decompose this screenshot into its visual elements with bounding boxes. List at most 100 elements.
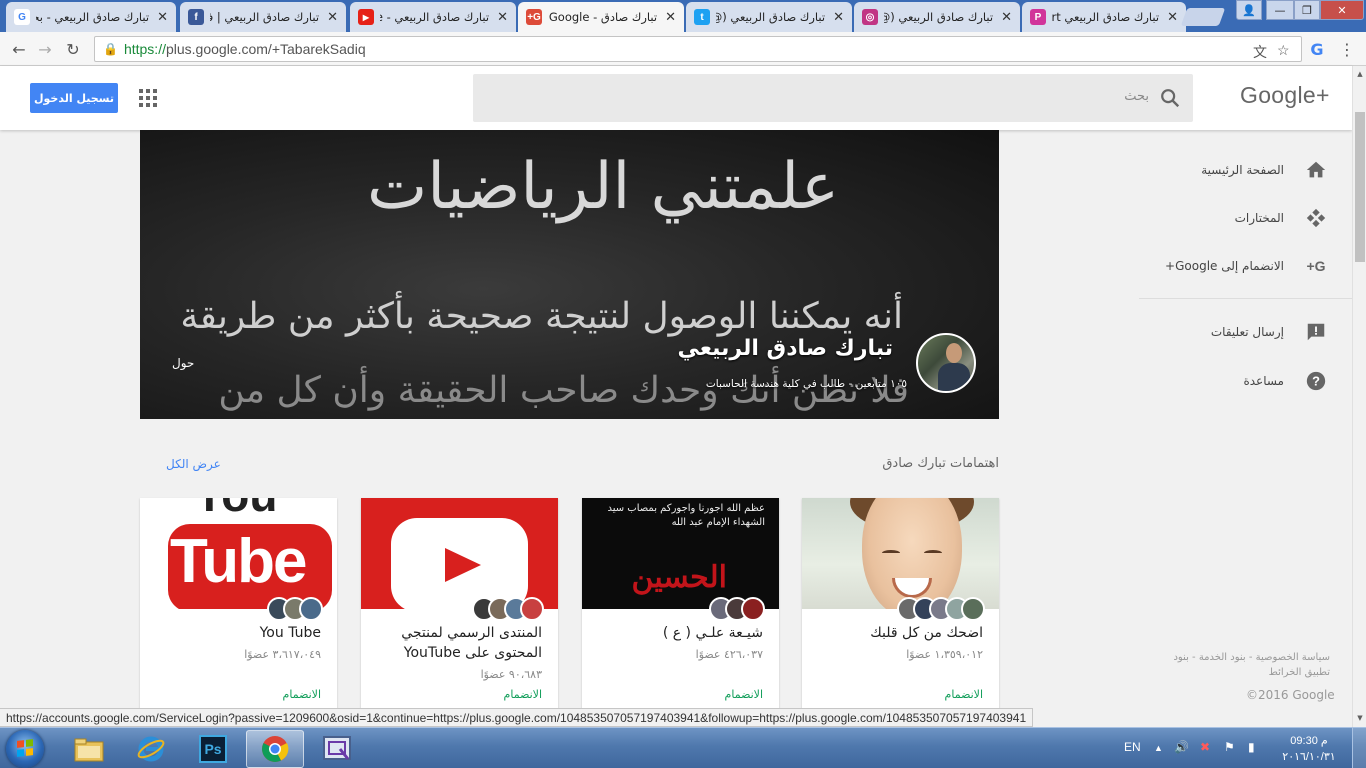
- sidebar-item-label: مساعدة: [1243, 374, 1284, 388]
- restore-icon: ❐: [1302, 3, 1312, 17]
- power-icon[interactable]: ▮: [1248, 740, 1255, 754]
- tab-youtube[interactable]: ✕ تبارك صادق الربيعي - YouTube ▶: [350, 2, 516, 32]
- scrollbar-thumb[interactable]: [1355, 112, 1365, 262]
- sidebar-item-label: إرسال تعليقات: [1210, 325, 1284, 339]
- instagram-icon: ◎: [862, 9, 878, 25]
- join-button[interactable]: الانضمام: [725, 688, 763, 701]
- sign-in-button[interactable]: تسجيل الدخول: [30, 83, 118, 113]
- community-members: ٣،٦١٧،٠٤٩ عضوًا: [244, 648, 321, 661]
- bookmark-star-icon[interactable]: ☆: [1277, 42, 1290, 59]
- community-title[interactable]: شيـعة علـي ( ع ): [593, 623, 763, 643]
- home-icon: [1304, 158, 1328, 182]
- close-tab-icon[interactable]: ✕: [1001, 10, 1012, 25]
- tab-google-plus[interactable]: ✕ تبارك صادق - Google+ G+: [518, 2, 684, 32]
- community-members: ٤٢٦،٠٣٧ عضوًا: [695, 648, 763, 661]
- close-tab-icon[interactable]: ✕: [833, 10, 844, 25]
- restore-button[interactable]: ❐: [1294, 0, 1320, 20]
- chrome-icon[interactable]: [246, 730, 304, 768]
- tab-facebook[interactable]: ✕ تبارك صادق الربيعي | فيسبوك f: [180, 2, 346, 32]
- play-icon: [445, 548, 481, 582]
- community-title[interactable]: You Tube: [151, 623, 321, 643]
- cover-quote-line-1: علمتني الرياضيات: [367, 150, 839, 224]
- tab-instagram[interactable]: ✕ تبارك صادق الربيعي (@ ◎: [854, 2, 1020, 32]
- action-center-icon[interactable]: ⚑: [1224, 740, 1235, 754]
- sidebar-item-join-google-plus[interactable]: G+ الانضمام إلى Google+: [1165, 254, 1328, 278]
- tab-title: تبارك صادق - Google+: [548, 10, 658, 24]
- chrome-menu-icon[interactable]: ⋮: [1336, 38, 1358, 60]
- clock-time: 09:30 م: [1290, 735, 1328, 747]
- windows-logo-icon: [17, 739, 33, 757]
- google-plus-logo[interactable]: Google+: [1240, 82, 1330, 109]
- about-link[interactable]: حول: [172, 356, 194, 370]
- google-translate-extension-icon[interactable]: G: [1306, 38, 1328, 60]
- sidebar-item-feedback[interactable]: إرسال تعليقات: [1211, 320, 1328, 344]
- community-card[interactable]: You Tube You Tube ٣،٦١٧،٠٤٩ عضوًا الانضم…: [140, 498, 337, 710]
- join-button[interactable]: الانضمام: [504, 688, 542, 701]
- volume-icon[interactable]: 🔊: [1174, 740, 1189, 754]
- show-hidden-icons-icon[interactable]: ▲: [1154, 743, 1163, 753]
- community-title[interactable]: اضحك من كل قلبك: [813, 623, 983, 643]
- community-thumbnail: [361, 498, 558, 609]
- minimize-button[interactable]: —: [1266, 0, 1294, 20]
- profile-cover: علمتني الرياضيات أنه يمكننا الوصول لنتيج…: [140, 130, 999, 419]
- close-window-button[interactable]: ✕: [1320, 0, 1364, 20]
- apps-grid-icon[interactable]: [139, 89, 157, 107]
- user-profile-button[interactable]: 👤: [1236, 0, 1262, 20]
- language-indicator[interactable]: EN: [1124, 740, 1141, 754]
- youtube-icon: ▶: [358, 9, 374, 25]
- collections-icon: [1304, 206, 1328, 230]
- taskbar-clock[interactable]: 09:30 م ٢٠١٦/١٠/٣١: [1276, 733, 1342, 765]
- translate-icon[interactable]: 文: [1253, 42, 1267, 62]
- footer-links[interactable]: سياسة الخصوصية - بنود الخدمة - بنود تطبي…: [1150, 650, 1330, 680]
- community-thumbnail: You Tube: [140, 498, 337, 609]
- start-button[interactable]: [6, 730, 44, 768]
- close-tab-icon[interactable]: ✕: [1167, 10, 1178, 25]
- tab-title: تبارك صادق الربيعي (@: [884, 10, 994, 24]
- photoshop-icon[interactable]: Ps: [184, 730, 242, 768]
- new-tab-button[interactable]: [1180, 8, 1226, 26]
- page-scrollbar[interactable]: ▲ ▼: [1352, 66, 1366, 727]
- join-button[interactable]: الانضمام: [283, 688, 321, 701]
- sidebar-item-label: المختارات: [1234, 211, 1284, 225]
- back-button[interactable]: ←: [8, 38, 30, 60]
- photoshop-label: Ps: [199, 735, 227, 763]
- tab-twitter[interactable]: ✕ تبارك صادق الربيعي (@ t: [686, 2, 852, 32]
- member-avatars: [267, 597, 323, 621]
- see-all-link[interactable]: عرض الكل: [166, 457, 221, 471]
- sidebar-item-help[interactable]: ? مساعدة: [1243, 369, 1328, 393]
- sidebar-item-home[interactable]: الصفحة الرئيسية: [1201, 158, 1328, 182]
- community-card[interactable]: اضحك من كل قلبك ١،٣٥٩،٠١٢ عضوًا الانضمام: [802, 498, 999, 710]
- close-tab-icon[interactable]: ✕: [157, 10, 168, 25]
- community-thumbnail: عظم الله اجورنا واجوركم بمصاب سيد الشهدا…: [582, 498, 779, 609]
- url-scheme: https://: [123, 41, 166, 57]
- community-title[interactable]: المنتدى الرسمي لمنتجي المحتوى على YouTub…: [372, 623, 542, 663]
- tab-picsart[interactable]: ✕ تبارك صادق الربيعي Art P: [1022, 2, 1186, 32]
- tab-google-search[interactable]: ✕ تبارك صادق الربيعي - بحث G: [6, 2, 176, 32]
- close-tab-icon[interactable]: ✕: [497, 10, 508, 25]
- community-card[interactable]: عظم الله اجورنا واجوركم بمصاب سيد الشهدا…: [582, 498, 779, 710]
- community-card[interactable]: المنتدى الرسمي لمنتجي المحتوى على YouTub…: [361, 498, 558, 710]
- forward-button[interactable]: →: [34, 38, 56, 60]
- scroll-down-icon[interactable]: ▼: [1355, 713, 1365, 723]
- network-icon[interactable]: ✖: [1200, 740, 1210, 754]
- screen-capture-icon[interactable]: [308, 730, 366, 768]
- scroll-up-icon[interactable]: ▲: [1355, 69, 1365, 79]
- file-explorer-icon[interactable]: [60, 730, 118, 768]
- show-desktop-button[interactable]: [1352, 728, 1366, 768]
- reload-button[interactable]: ↻: [62, 38, 84, 60]
- close-tab-icon[interactable]: ✕: [665, 10, 676, 25]
- community-thumbnail: [802, 498, 999, 609]
- search-icon[interactable]: [1159, 87, 1181, 109]
- address-bar[interactable]: 🔒 https:// plus.google.com/+TabarekSadiq…: [94, 36, 1302, 62]
- join-button[interactable]: الانضمام: [945, 688, 983, 701]
- browser-tab-strip: ✕ تبارك صادق الربيعي - بحث G ✕ تبارك صاد…: [0, 0, 1366, 32]
- search-input[interactable]: بحث: [473, 74, 1193, 122]
- copyright: ©2016 Google: [1246, 688, 1335, 702]
- sidebar-item-collections[interactable]: المختارات: [1235, 206, 1328, 230]
- close-tab-icon[interactable]: ✕: [327, 10, 338, 25]
- link-status-bubble: https://accounts.google.com/ServiceLogin…: [0, 708, 1034, 727]
- profile-avatar[interactable]: [916, 333, 976, 393]
- tab-title: تبارك صادق الربيعي (@: [716, 10, 826, 24]
- internet-explorer-icon[interactable]: [122, 730, 180, 768]
- windows-taskbar: Ps EN ▲ 🔊 ✖ ⚑ ▮ 09:30 م ٢٠١٦/١٠/٣١: [0, 727, 1366, 768]
